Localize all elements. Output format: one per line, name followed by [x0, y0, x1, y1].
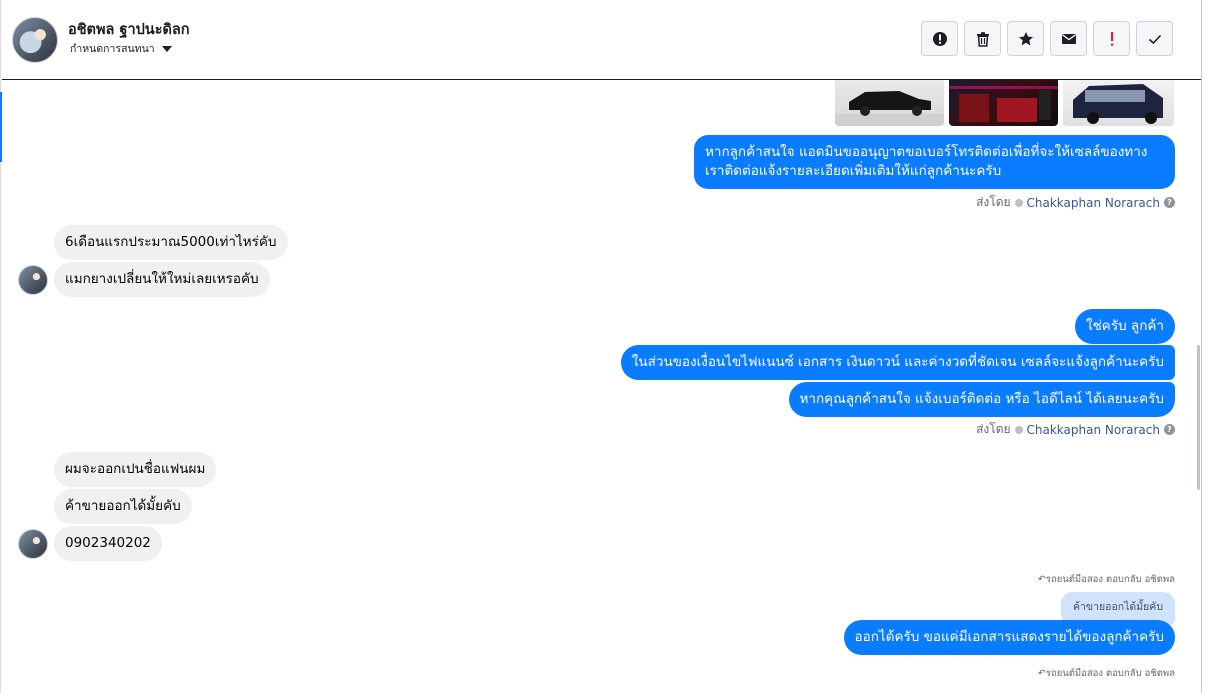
agent-name-link[interactable]: Chakkaphan Norarach: [1027, 423, 1160, 437]
trash-icon: [976, 31, 989, 47]
mark-done-button[interactable]: [1136, 21, 1173, 56]
delete-button[interactable]: [964, 21, 1001, 56]
reply-context: ↶รถยนต์มือสอง ตอบกลับ อชิตพล: [1037, 574, 1175, 585]
caret-down-icon: [161, 45, 172, 52]
conversation-header: อชิตพล ฐาปนะดิลก กำหนดการสนทนา: [2, 0, 1201, 80]
car-front-thumbnail[interactable]: [1063, 80, 1174, 126]
incoming-message[interactable]: ค้าขายออกได้มั้ยคับ: [54, 489, 192, 524]
sent-by-line: ส่งโดย Chakkaphan Norarach ?: [976, 193, 1175, 212]
mark-spam-button[interactable]: [921, 21, 958, 56]
sent-by-label: ส่งโดย: [976, 422, 1011, 436]
verified-icon: [1014, 198, 1023, 207]
incoming-message[interactable]: แมกยางเปลี่ยนให้ใหม่เลยเหรอคับ: [54, 262, 270, 297]
mark-unread-button[interactable]: [1050, 21, 1087, 56]
help-icon[interactable]: ?: [1164, 197, 1175, 208]
car-interior-thumbnail[interactable]: [949, 80, 1058, 126]
exclamation-icon: [1110, 31, 1113, 46]
verified-icon: [1014, 425, 1023, 434]
selection-accent: [0, 92, 2, 162]
frame-right-border: [1201, 0, 1202, 693]
scrollbar-thumb[interactable]: [1197, 345, 1200, 490]
follow-up-button[interactable]: [1093, 21, 1130, 56]
checkmark-icon: [1148, 34, 1161, 44]
contact-name[interactable]: อชิตพล ฐาปนะดิลก: [68, 18, 190, 41]
outgoing-message[interactable]: ในส่วนของเงื่อนไขไฟแนนซ์ เอกสาร เงินดาวน…: [620, 345, 1175, 380]
outgoing-message[interactable]: ออกได้ครับ ขอแค่มีเอกสารแสดงรายได้ของลูก…: [843, 620, 1175, 655]
sent-by-label: ส่งโดย: [976, 195, 1011, 209]
incoming-message[interactable]: 6เดือนแรกประมาณ5000เท่าไหร่คับ: [54, 225, 288, 260]
reply-context: ↶รถยนต์มือสอง ตอบกลับ อชิตพล: [1037, 668, 1175, 679]
outgoing-message[interactable]: หากลูกค้าสนใจ แอดมินขออนุญาตขอเบอร์โทรติ…: [694, 135, 1175, 189]
envelope-icon: [1061, 33, 1076, 44]
car-photo-thumbnail[interactable]: [835, 80, 944, 126]
sender-avatar[interactable]: [18, 265, 48, 295]
outgoing-message[interactable]: ใช่ครับ ลูกค้า: [1075, 309, 1175, 344]
outgoing-message[interactable]: หากคุณลูกค้าสนใจ แจ้งเบอร์ติดต่อ หรือ ไอ…: [788, 382, 1175, 417]
incoming-message[interactable]: ผมจะออกเปนชื่อแฟนผม: [54, 452, 217, 487]
schedule-label: กำหนดการสนทนา: [70, 43, 155, 55]
incoming-message[interactable]: 0902340202: [54, 526, 162, 561]
schedule-dropdown[interactable]: กำหนดการสนทนา: [70, 40, 172, 57]
star-icon: [1018, 31, 1033, 45]
alert-circle-icon: [932, 31, 947, 46]
star-button[interactable]: [1007, 21, 1044, 56]
sent-by-line: ส่งโดย Chakkaphan Norarach ?: [976, 420, 1175, 439]
sender-avatar[interactable]: [18, 529, 48, 559]
contact-avatar[interactable]: [12, 17, 58, 63]
help-icon[interactable]: ?: [1164, 424, 1175, 435]
agent-name-link[interactable]: Chakkaphan Norarach: [1027, 196, 1160, 210]
